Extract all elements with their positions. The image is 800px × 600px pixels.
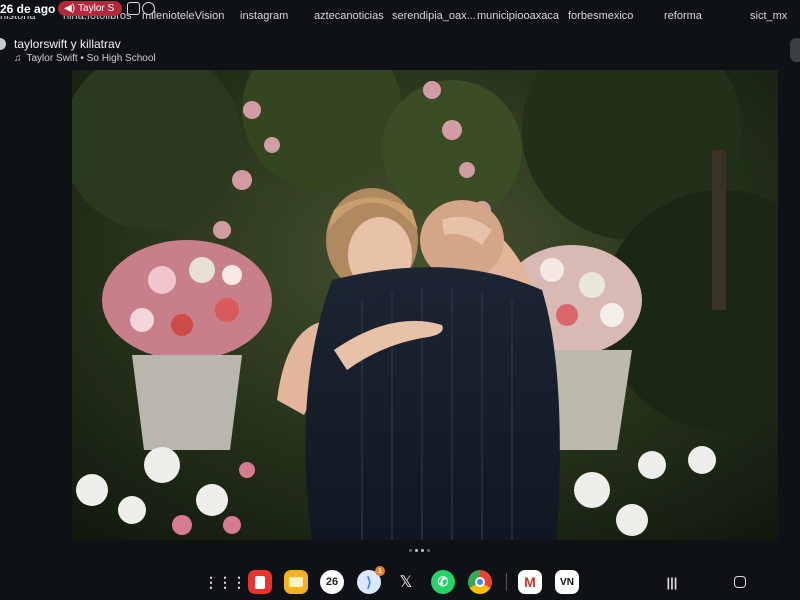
screen-record-icon xyxy=(127,2,140,15)
whatsapp-app-icon[interactable]: ✆ xyxy=(431,570,455,594)
status-bar: 26 de ago ◀) Taylor S xyxy=(0,0,800,18)
music-note-icon: ♫ xyxy=(14,53,22,64)
song-label: Taylor Swift • So High School xyxy=(26,53,156,64)
navigation-icon xyxy=(142,2,155,15)
hug-photo xyxy=(72,70,778,540)
page-dot xyxy=(409,549,412,552)
page-dot xyxy=(427,549,430,552)
avatar[interactable] xyxy=(0,38,6,50)
vn-app-icon[interactable]: VN xyxy=(555,570,579,594)
vn-label: VN xyxy=(560,576,574,588)
red-notes-app-icon[interactable] xyxy=(248,570,272,594)
story-page-dots xyxy=(409,549,430,552)
story-user[interactable]: taylorswift y killatrav xyxy=(14,37,121,51)
chrome-app-icon[interactable] xyxy=(468,570,492,594)
speaker-icon: ◀) xyxy=(64,3,76,14)
messages-app-icon[interactable]: ⟩ 1 xyxy=(357,566,385,594)
media-pill[interactable]: ◀) Taylor S xyxy=(58,1,122,16)
home-button[interactable] xyxy=(728,570,752,594)
gmail-label: M xyxy=(524,574,536,590)
calendar-day-label: 26 xyxy=(325,576,339,588)
page-dot-active xyxy=(415,549,418,552)
story-song[interactable]: ♫ Taylor Swift • So High School xyxy=(14,53,156,64)
x-app-icon[interactable]: 𝕏 xyxy=(394,570,418,594)
status-date: 26 de ago xyxy=(0,2,60,16)
gmail-app-icon[interactable]: M xyxy=(518,570,542,594)
notification-badge: 1 xyxy=(375,566,385,576)
dock-separator xyxy=(506,573,507,591)
story-photo[interactable] xyxy=(72,70,778,540)
taskbar: ⋮⋮⋮ 26 ⟩ 1 𝕏 ✆ M VN ||| xyxy=(0,563,800,600)
calendar-app-icon[interactable]: 26 xyxy=(320,570,344,594)
page-dot xyxy=(421,549,424,552)
media-pill-label: Taylor S xyxy=(78,3,115,14)
apps-grid-icon[interactable]: ⋮⋮⋮ xyxy=(204,570,246,594)
recents-button[interactable]: ||| xyxy=(660,570,684,594)
files-app-icon[interactable] xyxy=(284,570,308,594)
side-handle[interactable] xyxy=(790,38,800,62)
